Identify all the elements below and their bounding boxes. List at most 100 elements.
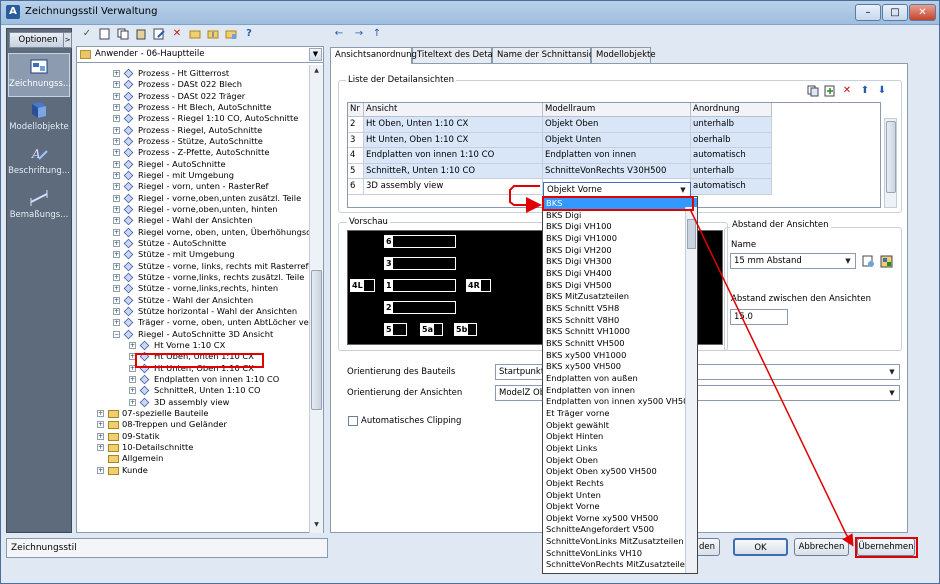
dropdown-option[interactable]: BKS MitZusatzteilen (543, 291, 697, 303)
dropdown-option[interactable]: BKS Digi VH100 (543, 221, 697, 233)
options-arrow-button[interactable]: > (63, 32, 72, 48)
move-up-icon[interactable]: ⬆ (858, 84, 872, 98)
expand-icon[interactable]: + (113, 171, 120, 179)
expand-icon[interactable]: + (129, 353, 136, 361)
dropdown-option[interactable]: BKS Schnitt V5H8 (543, 303, 697, 315)
dropdown-option[interactable]: BKS xy500 VH1000 (543, 350, 697, 362)
expand-icon[interactable]: + (113, 81, 120, 89)
table-cell[interactable]: 4 (348, 148, 364, 164)
copy-row-icon[interactable] (806, 84, 820, 98)
expand-icon[interactable]: + (113, 103, 120, 111)
expand-icon[interactable]: + (113, 205, 120, 213)
modellraum-combo[interactable]: Objekt Vorne ▼ (543, 182, 691, 197)
tree-scrollbar[interactable]: ▲ ▼ (309, 65, 323, 533)
dropdown-option[interactable]: Objekt Unten (543, 490, 697, 502)
tab-modellobjekte[interactable]: Modellobjekte (591, 47, 656, 63)
expand-icon[interactable]: + (129, 387, 136, 395)
chevron-down-icon[interactable]: ▼ (842, 255, 854, 267)
folder-up-icon[interactable] (206, 27, 220, 41)
expand-icon[interactable]: + (113, 251, 120, 259)
tree-scroll-thumb[interactable] (311, 270, 322, 410)
dropdown-option[interactable]: Endplatten von innen xy500 VH500 (543, 396, 697, 408)
expand-icon[interactable]: + (113, 273, 120, 281)
dropdown-option[interactable]: BKS Digi VH200 (543, 245, 697, 257)
table-cell[interactable]: Ht Unten, Oben 1:10 CX (364, 132, 543, 149)
maximize-icon[interactable]: □ (882, 4, 908, 21)
sidebar-item-dimension[interactable]: Bemaßungs... (8, 185, 70, 229)
expand-icon[interactable]: + (113, 319, 120, 327)
expand-icon[interactable]: + (113, 217, 120, 225)
dropdown-option[interactable]: BKS (543, 198, 697, 210)
dropdown-option[interactable]: SchnitteVonLinks VH10 (543, 548, 697, 560)
table-cell[interactable]: 6 (348, 179, 364, 195)
table-cell[interactable]: 2 (348, 117, 364, 133)
folder-export-icon[interactable] (224, 27, 238, 41)
dropdown-option[interactable]: BKS Digi (543, 210, 697, 222)
folder-open-icon[interactable] (188, 27, 202, 41)
auto-clipping-checkbox[interactable] (348, 416, 358, 426)
expand-icon[interactable]: + (113, 137, 120, 145)
new-style-icon[interactable] (98, 27, 112, 41)
delete-icon[interactable]: ✕ (170, 27, 184, 41)
dropdown-option[interactable]: BKS Schnitt V8H0 (543, 315, 697, 327)
table-cell[interactable]: automatisch (691, 148, 772, 164)
apply-button[interactable]: Übernehmen (857, 538, 915, 556)
dropdown-option[interactable]: Objekt gewählt (543, 420, 697, 432)
tab-titeltext[interactable]: Titeltext des Detail (412, 47, 498, 63)
chevron-down-icon[interactable]: ▼ (886, 366, 898, 378)
table-cell[interactable]: 5 (348, 163, 364, 180)
scroll-down-icon[interactable]: ▼ (311, 520, 322, 531)
chevron-down-icon[interactable]: ▼ (309, 48, 322, 61)
chevron-down-icon[interactable]: ▼ (886, 387, 898, 399)
tree-root-combo[interactable]: Anwender - 06-Hauptteile ▼ (77, 47, 323, 63)
dropdown-option[interactable]: SchnitteAngefordert V500 (543, 524, 697, 536)
chevron-down-icon[interactable]: ▼ (677, 184, 689, 196)
table-cell[interactable]: automatisch (691, 179, 772, 195)
edit-spacing-icon[interactable] (861, 254, 875, 268)
paste-icon[interactable] (134, 27, 148, 41)
scroll-up-icon[interactable]: ▲ (311, 66, 322, 77)
add-row-icon[interactable] (823, 84, 837, 98)
expand-icon[interactable]: + (97, 466, 104, 474)
table-cell[interactable]: Objekt Oben (543, 117, 691, 133)
col-header-modellraum[interactable]: Modellraum (543, 103, 691, 117)
up-arrow-icon[interactable]: ↑ (370, 27, 384, 41)
dropdown-option[interactable]: BKS Digi VH500 (543, 280, 697, 292)
minimize-icon[interactable]: – (855, 4, 881, 21)
table-cell[interactable]: 3D assembly view (364, 179, 543, 195)
dropdown-option[interactable]: Objekt Rechts (543, 478, 697, 490)
tab-ansichtsanordnung[interactable]: Ansichtsanordnung (330, 47, 417, 64)
dropdown-option[interactable]: SchnitteVonLinks MitZusatzteilen (543, 536, 697, 548)
copy-icon[interactable] (116, 27, 130, 41)
dropdown-option[interactable]: Objekt Vorne xy500 VH500 (543, 513, 697, 525)
sidebar-item-drawing-styles[interactable]: Zeichnungss... (8, 53, 71, 97)
options-button[interactable]: Optionen (9, 32, 67, 48)
expand-icon[interactable]: + (113, 307, 120, 315)
delete-row-icon[interactable]: ✕ (840, 84, 854, 98)
expand-icon[interactable]: + (97, 421, 104, 429)
sidebar-item-annotation[interactable]: A Beschriftung... (8, 141, 70, 185)
dropdown-option[interactable]: Objekt Hinten (543, 431, 697, 443)
dropdown-option[interactable]: Objekt Oben (543, 455, 697, 467)
dropdown-option[interactable]: SchnitteVonRechts MitZusatzteilen (543, 559, 697, 571)
expand-icon[interactable]: + (129, 364, 136, 372)
expand-icon[interactable]: + (113, 262, 120, 270)
dropdown-option[interactable]: BKS Digi VH400 (543, 268, 697, 280)
forward-arrow-icon[interactable]: → (352, 27, 366, 41)
table-cell[interactable]: unterhalb (691, 117, 772, 133)
tab-schnittansicht-name[interactable]: Name der Schnittansicht (492, 47, 602, 63)
expand-icon[interactable]: + (113, 115, 120, 123)
expand-icon[interactable]: + (113, 126, 120, 134)
expand-icon[interactable]: + (113, 285, 120, 293)
expand-icon[interactable]: + (113, 194, 120, 202)
dropdown-option[interactable]: Endplatten von außen (543, 373, 697, 385)
dropdown-option[interactable]: BKS Schnitt VH500 (543, 338, 697, 350)
dropdown-scroll-thumb[interactable] (687, 219, 696, 249)
table-scrollbar[interactable] (884, 118, 897, 208)
collapse-icon[interactable]: − (113, 330, 120, 338)
check-icon[interactable]: ✓ (80, 27, 94, 41)
expand-icon[interactable]: + (113, 296, 120, 304)
edit-icon[interactable] (152, 27, 166, 41)
table-cell[interactable]: 3 (348, 132, 364, 149)
expand-icon[interactable]: + (113, 183, 120, 191)
